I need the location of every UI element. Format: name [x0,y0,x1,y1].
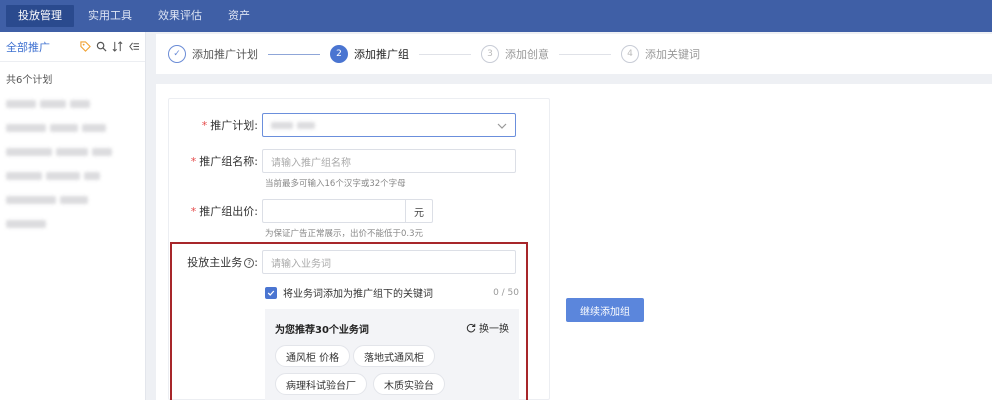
keyword-tag[interactable]: 病理科试验台厂 [275,373,367,395]
tag-icon[interactable] [80,41,91,52]
required-mark: * [201,119,208,132]
business-label: 投放主业务 [187,256,243,269]
plan-select[interactable] [262,113,516,137]
sort-icon[interactable] [112,41,123,52]
step-number: 2 [330,45,348,63]
all-campaigns-link[interactable]: 全部推广 [6,39,80,55]
step-label: 添加创意 [505,48,549,61]
nav-item-delivery[interactable]: 投放管理 [6,5,74,27]
step-label: 添加关键词 [645,48,700,61]
campaign-list [0,92,145,236]
step-connector [559,53,611,55]
plan-row: * 推广计划: [169,113,516,137]
step-indicator: ✓ 添加推广计划 2 添加推广组 3 添加创意 4 添加关键词 [156,34,992,74]
add-keywords-option: 将业务词添加为推广组下的关键词 0 / 50 [265,285,519,300]
collapse-icon[interactable] [128,41,139,52]
group-name-row: * 推广组名称: 请输入推广组名称 [169,149,516,173]
list-item[interactable] [6,188,145,212]
recommend-title: 为您推荐30个业务词 [275,325,369,336]
step-connector [268,53,320,55]
refresh-icon [466,323,476,333]
sidebar: 全部推广 共6个计划 [0,32,146,400]
help-icon[interactable]: ? [244,258,255,268]
bid-hint: 为保证广告正常展示，出价不能低于0.3元 [265,229,424,239]
nav-item-evaluation[interactable]: 效果评估 [146,5,214,27]
chevron-down-icon [497,119,507,132]
bid-row: * 推广组出价: 元 [169,199,433,223]
required-mark: * [190,155,197,168]
keyword-tag[interactable]: 落地式通风柜 [353,345,435,367]
refresh-button[interactable]: 换一换 [466,320,509,335]
top-nav: 投放管理 实用工具 效果评估 资产 [0,0,992,32]
nav-item-tools[interactable]: 实用工具 [76,5,144,27]
group-name-input[interactable]: 请输入推广组名称 [262,149,516,173]
list-item[interactable] [6,92,145,116]
continue-add-group-button[interactable]: 继续添加组 [566,298,644,322]
list-item[interactable] [6,140,145,164]
business-row: 投放主业务?: 请输入业务词 [169,250,516,274]
step-number: 4 [621,45,639,63]
step-label: 添加推广组 [354,48,409,61]
step-add-group: 2 添加推广组 [330,45,409,63]
step-add-campaign: ✓ 添加推广计划 [168,45,258,63]
sidebar-header: 全部推广 [0,32,145,62]
bid-input[interactable] [262,199,405,223]
list-item[interactable] [6,164,145,188]
keyword-tag[interactable]: 通风柜 价格 [275,345,351,367]
step-add-creative: 3 添加创意 [481,45,549,63]
required-mark: * [190,205,197,218]
search-icon[interactable] [96,41,107,52]
ad-group-form: * 推广计划: * 推广组名称: 请输入推广组名称 当前最多可输入16个汉字或32个… [168,98,550,400]
step-add-keywords: 4 添加关键词 [621,45,700,63]
group-name-label: 推广组名称: [199,155,258,168]
business-input[interactable]: 请输入业务词 [262,250,516,274]
plan-label: 推广计划: [210,119,258,132]
add-keywords-checkbox[interactable] [265,286,277,299]
nav-item-assets[interactable]: 资产 [216,5,262,27]
step-connector [419,53,471,55]
list-item[interactable] [6,212,145,236]
refresh-label: 换一换 [479,324,509,335]
keyword-tag[interactable]: 木质实验台 [373,373,445,395]
add-keywords-label: 将业务词添加为推广组下的关键词 [283,289,433,300]
check-icon: ✓ [168,45,186,63]
main-panel: * 推广计划: * 推广组名称: 请输入推广组名称 当前最多可输入16个汉字或32个… [156,84,992,400]
keyword-count: 0 / 50 [493,287,519,298]
list-item[interactable] [6,116,145,140]
bid-label: 推广组出价: [199,205,258,218]
step-label: 添加推广计划 [192,48,258,61]
recommend-panel: 为您推荐30个业务词 换一换 通风柜 价格 落地式通风柜 病理科试验台厂 木质实… [265,309,519,400]
step-number: 3 [481,45,499,63]
bid-unit: 元 [405,199,433,223]
group-name-hint: 当前最多可输入16个汉字或32个字母 [265,179,406,189]
campaign-count: 共6个计划 [6,75,53,86]
